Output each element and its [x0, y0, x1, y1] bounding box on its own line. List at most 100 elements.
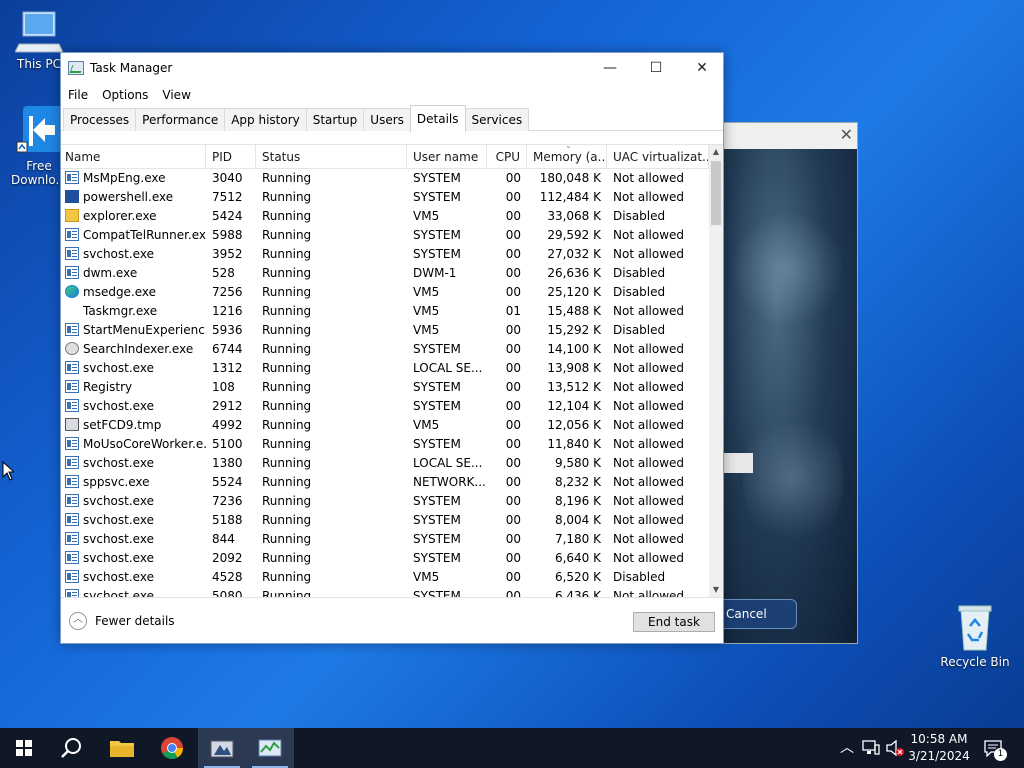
close-button[interactable]: ✕	[679, 53, 725, 83]
column-header-name[interactable]: Name	[61, 145, 206, 169]
title-bar[interactable]: Task Manager — ☐ ✕	[61, 53, 723, 83]
tab-services[interactable]: Services	[464, 108, 530, 131]
scrollbar-thumb[interactable]	[711, 161, 721, 225]
process-name-text: SearchIndexer.exe	[83, 342, 194, 356]
notification-center-button[interactable]: 1	[980, 728, 1010, 768]
process-name: svchost.exe	[61, 245, 206, 264]
process-cpu: 00	[505, 513, 521, 527]
process-user: SYSTEM	[413, 513, 461, 527]
desktop-icon-recycle-bin[interactable]: Recycle Bin	[940, 604, 1010, 669]
process-pid: 108	[212, 380, 235, 394]
process-user: SYSTEM	[413, 247, 461, 261]
minimize-button[interactable]: —	[587, 53, 633, 83]
column-header-user-name[interactable]: User name	[407, 145, 487, 169]
process-status: Running	[262, 247, 312, 261]
generic-process-icon	[65, 361, 79, 374]
window-title: Task Manager	[90, 61, 173, 75]
table-row[interactable]: svchost.exe 2092 Running SYSTEM 00 6,640 K Not…	[61, 549, 709, 568]
menu-bar: File Options View	[61, 83, 723, 107]
tab-processes[interactable]: Processes	[63, 108, 137, 131]
table-row[interactable]: MsMpEng.exe 3040 Running SYSTEM 00 180,048 K N…	[61, 169, 709, 188]
table-row[interactable]: Registry 108 Running SYSTEM 00 13,512 K Not al…	[61, 378, 709, 397]
table-row[interactable]: msedge.exe 7256 Running VM5 00 25,120 K Disabl…	[61, 283, 709, 302]
table-row[interactable]: MoUsoCoreWorker.e... 5100 Running SYSTEM 00 1…	[61, 435, 709, 454]
tab-startup[interactable]: Startup	[305, 108, 365, 131]
menu-file[interactable]: File	[68, 88, 88, 102]
taskbar-task-manager[interactable]	[246, 728, 294, 768]
table-row[interactable]: sppsvc.exe 5524 Running NETWORK... 00 8,232 K…	[61, 473, 709, 492]
network-icon[interactable]	[862, 739, 880, 757]
tab-users[interactable]: Users	[363, 108, 411, 131]
system-clock[interactable]: 10:58 AM 3/21/2024	[906, 731, 972, 765]
process-memory: 27,032 K	[547, 247, 601, 261]
process-cpu: 00	[505, 247, 521, 261]
maximize-button[interactable]: ☐	[633, 53, 679, 83]
table-row[interactable]: Taskmgr.exe 1216 Running VM5 01 15,488 K Not a…	[61, 302, 709, 321]
search-button[interactable]	[48, 728, 96, 768]
fewer-details-button[interactable]: ︿ Fewer details	[69, 612, 175, 630]
generic-process-icon	[65, 570, 79, 583]
taskbar-chrome[interactable]	[148, 728, 196, 768]
menu-view[interactable]: View	[162, 88, 190, 102]
process-cpu: 00	[505, 190, 521, 204]
table-row[interactable]: svchost.exe 4528 Running VM5 00 6,520 K Disabl…	[61, 568, 709, 587]
process-name: svchost.exe	[61, 492, 206, 511]
table-row[interactable]: SearchIndexer.exe 6744 Running SYSTEM 00 14,1…	[61, 340, 709, 359]
process-user: VM5	[413, 418, 440, 432]
vertical-scrollbar[interactable]: ▲ ▼	[709, 145, 723, 597]
process-memory: 14,100 K	[547, 342, 601, 356]
recycle-bin-icon	[958, 605, 992, 651]
process-pid: 3952	[212, 247, 243, 261]
background-installer-window[interactable]: ✕ Cancel	[722, 122, 858, 644]
table-row[interactable]: svchost.exe 1380 Running LOCAL SE... 00 9,580…	[61, 454, 709, 473]
table-row[interactable]: dwm.exe 528 Running DWM-1 00 26,636 K Disabled	[61, 264, 709, 283]
close-icon[interactable]: ✕	[840, 125, 853, 144]
tab-app-history[interactable]: App history	[224, 108, 307, 131]
process-memory: 9,580 K	[554, 456, 601, 470]
table-row[interactable]: svchost.exe 7236 Running SYSTEM 00 8,196 K Not…	[61, 492, 709, 511]
menu-options[interactable]: Options	[102, 88, 148, 102]
tab-performance[interactable]: Performance	[135, 108, 226, 131]
process-name-text: MoUsoCoreWorker.e...	[83, 437, 206, 451]
process-name-text: MsMpEng.exe	[83, 171, 166, 185]
ps-process-icon	[65, 190, 79, 203]
process-user: DWM-1	[413, 266, 457, 280]
process-name-text: powershell.exe	[83, 190, 174, 204]
column-header-uac[interactable]: UAC virtualizat...	[607, 145, 709, 169]
cancel-button[interactable]: Cancel	[723, 599, 797, 629]
column-header-pid[interactable]: PID	[206, 145, 256, 169]
table-row[interactable]: svchost.exe 2912 Running SYSTEM 00 12,104 K No…	[61, 397, 709, 416]
search-process-icon	[65, 342, 79, 355]
table-row[interactable]: setFCD9.tmp 4992 Running VM5 00 12,056 K Not a…	[61, 416, 709, 435]
scroll-down-icon[interactable]: ▼	[709, 583, 723, 597]
table-row[interactable]: svchost.exe 1312 Running LOCAL SE... 00 13,90…	[61, 359, 709, 378]
show-hidden-icons-chevron-icon[interactable]: ︿	[840, 728, 854, 768]
process-memory: 6,520 K	[554, 570, 601, 584]
task-manager-window[interactable]: Task Manager — ☐ ✕ File Options View Pro…	[60, 52, 724, 644]
volume-muted-icon[interactable]	[886, 739, 904, 757]
table-row[interactable]: CompatTelRunner.exe 5988 Running SYSTEM 00 29…	[61, 226, 709, 245]
table-row[interactable]: svchost.exe 3952 Running SYSTEM 00 27,032 K No…	[61, 245, 709, 264]
process-memory: 6,640 K	[554, 551, 601, 565]
start-button[interactable]	[0, 728, 48, 768]
end-task-button[interactable]: End task	[633, 612, 715, 632]
table-row[interactable]: StartMenuExperienc... 5936 Running VM5 00 15,…	[61, 321, 709, 340]
taskbar-file-explorer[interactable]	[98, 728, 146, 768]
table-row[interactable]: explorer.exe 5424 Running VM5 00 33,068 K Disa…	[61, 207, 709, 226]
process-memory: 15,488 K	[547, 304, 601, 318]
process-name: SearchIndexer.exe	[61, 340, 206, 359]
process-cpu: 00	[505, 361, 521, 375]
column-header-status[interactable]: Status	[256, 145, 407, 169]
scroll-up-icon[interactable]: ▲	[709, 145, 723, 159]
process-pid: 1380	[212, 456, 243, 470]
process-pid: 5080	[212, 589, 243, 597]
taskbar-installer-app[interactable]	[198, 728, 246, 768]
table-row[interactable]: svchost.exe 5188 Running SYSTEM 00 8,004 K Not…	[61, 511, 709, 530]
table-row[interactable]: powershell.exe 7512 Running SYSTEM 00 112,484…	[61, 188, 709, 207]
table-row[interactable]: svchost.exe 844 Running SYSTEM 00 7,180 K Not …	[61, 530, 709, 549]
process-uac: Not allowed	[613, 304, 685, 318]
tab-details[interactable]: Details	[409, 105, 466, 132]
table-row[interactable]: svchost.exe 5080 Running SYSTEM 00 6,436 K Not…	[61, 587, 709, 597]
process-cpu: 00	[505, 342, 521, 356]
column-header-cpu[interactable]: CPU	[487, 145, 527, 169]
